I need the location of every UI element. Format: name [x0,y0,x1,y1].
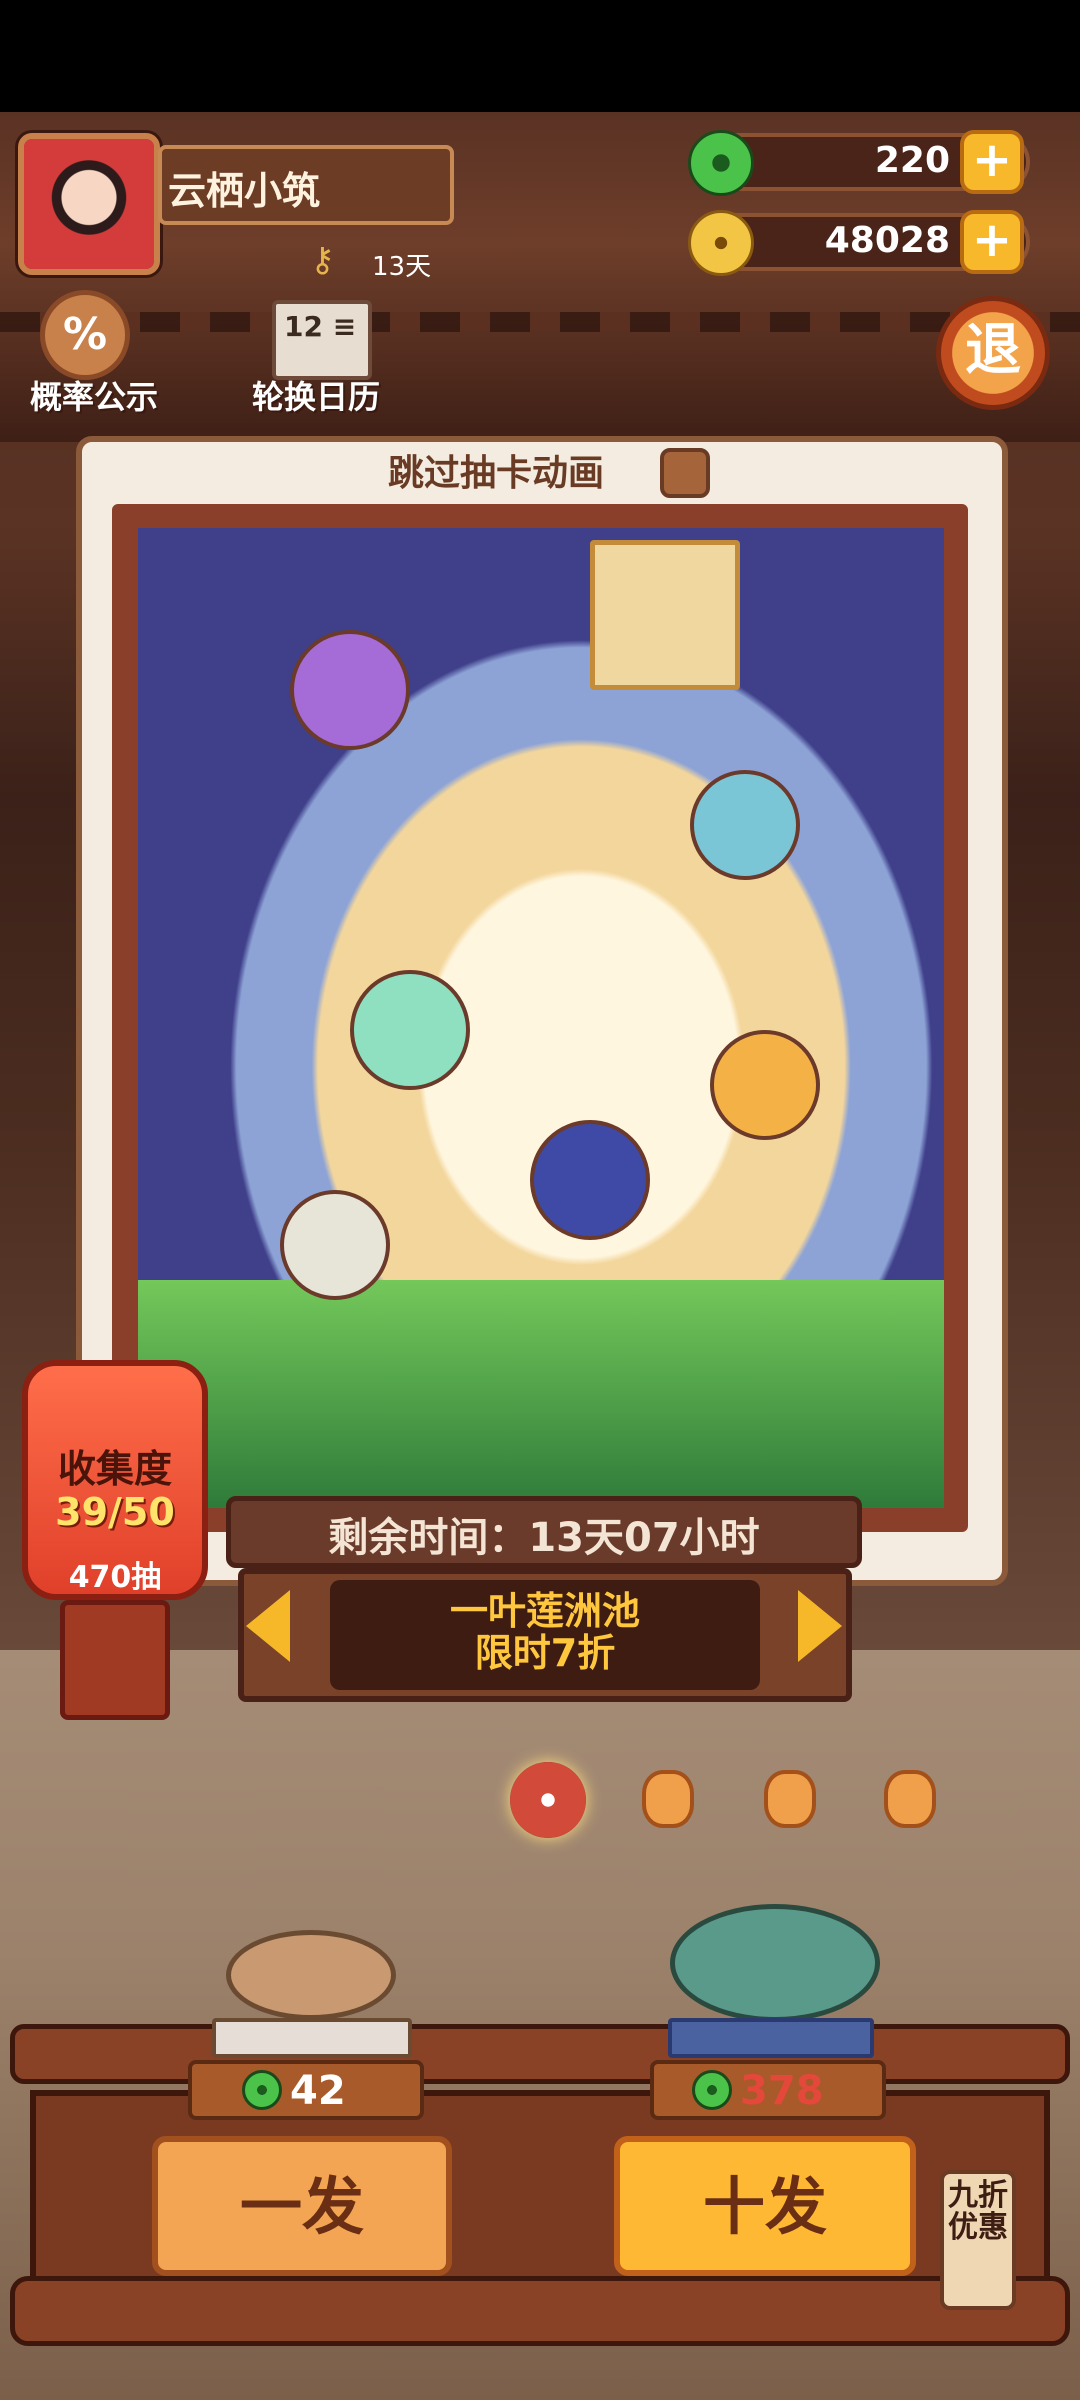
single-draw-button[interactable]: 一发 [152,2136,452,2276]
character-orange [710,1030,820,1140]
counter-bottom [10,2276,1070,2346]
key-icon: ⚷ [310,240,335,280]
single-draw-cost: 42 [290,2068,346,2114]
artwork-ground [138,1280,944,1508]
ten-draw-fish-icon [670,1904,880,2022]
avatar-image [24,139,154,269]
pool-indicator[interactable] [642,1770,694,1828]
pool-indicator[interactable] [764,1770,816,1828]
collection-draws: 470抽 [68,1560,162,1595]
days-remaining: 13天 [372,252,432,282]
artwork-tower [590,540,740,690]
pool-indicator-active[interactable] [510,1762,586,1838]
jade-amount: 220 [874,140,950,181]
probability-icon[interactable]: % [40,290,130,380]
counter-top [10,2024,1070,2084]
status-bar [0,0,1080,112]
probability-button[interactable]: 概率公示 [30,372,158,418]
calendar-button[interactable]: 轮换日历 [252,372,380,418]
collection-count: 39/50 [55,1490,175,1534]
skip-animation-label: 跳过抽卡动画 [388,453,605,494]
add-jade-button[interactable]: + [960,130,1024,194]
ten-draw-stand [668,2018,874,2058]
single-draw-fish-icon [226,1930,396,2020]
discount-tag: 九折优惠 [940,2170,1016,2310]
pool-indicator[interactable] [884,1770,936,1828]
avatar[interactable] [18,133,160,275]
ten-draw-button[interactable]: 十发 [614,2136,916,2276]
calendar-date: 12 [284,310,323,343]
jade-coin-icon [242,2070,282,2110]
character-blue [690,770,800,880]
add-gold-button[interactable]: + [960,210,1024,274]
ten-draw-cost: 378 [740,2068,824,2114]
jade-coin-icon [692,2070,732,2110]
character-white [280,1190,390,1300]
character-teal [350,970,470,1090]
lantern-stand [60,1600,170,1720]
collection-title: 收集度 [57,1447,172,1491]
previous-pool-arrow-icon[interactable] [246,1590,290,1662]
calendar-icon[interactable]: 12 ≡ [272,300,372,380]
next-pool-arrow-icon[interactable] [798,1590,842,1662]
character-purple [290,630,410,750]
exit-button[interactable]: 退 [936,296,1050,410]
single-draw-stand [212,2018,412,2058]
pool-sale: 限时7折 [474,1631,616,1675]
character-navy [530,1120,650,1240]
remaining-time: 剩余时间：13天07小时 [328,1515,760,1561]
player-name: 云栖小筑 [168,169,321,213]
gold-amount: 48028 [824,220,950,261]
skip-animation-checkbox[interactable] [660,448,710,498]
